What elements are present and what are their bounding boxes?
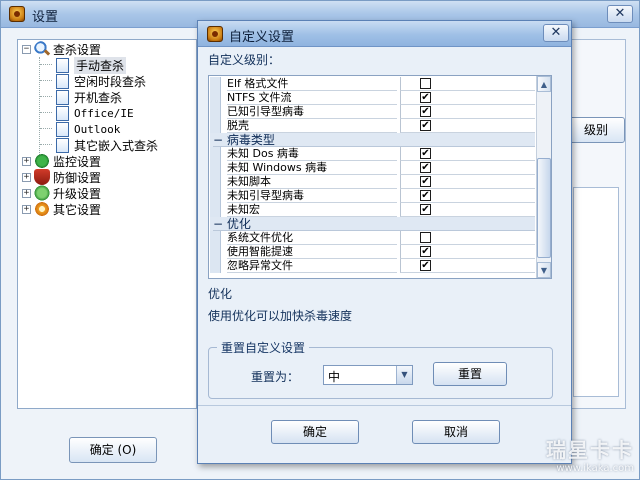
app-logo-icon — [207, 26, 223, 42]
description-title: 优化 — [208, 287, 233, 301]
option-row[interactable]: 未知 Dos 病毒 ✔ — [210, 147, 535, 161]
watermark: 瑞星卡卡 www.ikaka.com — [546, 438, 634, 474]
dialog-cancel-button[interactable]: 取消 — [412, 420, 500, 444]
document-icon — [56, 73, 69, 89]
checkbox-checked[interactable]: ✔ — [420, 106, 431, 117]
tree-item-other-settings[interactable]: + 其它设置 — [22, 201, 101, 217]
dialog-close-button[interactable]: ✕ — [543, 24, 569, 42]
option-row[interactable]: NTFS 文件流 ✔ — [210, 91, 535, 105]
scroll-down-icon[interactable]: ▼ — [537, 262, 551, 278]
divider — [198, 405, 571, 406]
document-icon — [56, 89, 69, 105]
expand-icon[interactable]: + — [22, 156, 31, 166]
option-row[interactable]: 脱壳 ✔ — [210, 119, 535, 133]
option-row[interactable]: 已知引导型病毒 ✔ — [210, 105, 535, 119]
checkbox-checked[interactable]: ✔ — [420, 162, 431, 173]
tree-item-embedded-scan[interactable]: 其它嵌入式查杀 — [56, 137, 158, 153]
checkbox-checked[interactable]: ✔ — [420, 92, 431, 103]
reset-level-select[interactable]: 中 ▼ — [323, 365, 413, 385]
tree-item-idle-scan[interactable]: 空闲时段查杀 — [56, 73, 146, 89]
settings-tree: − 查杀设置 手动查杀 空闲时段查杀 开机查杀 Office/IE Outloo… — [17, 39, 197, 409]
settings-title: 设置 — [32, 10, 59, 25]
tree-item-scan-settings[interactable]: − 查杀设置 — [22, 41, 101, 57]
main-ok-button[interactable]: 确定 (O) — [69, 437, 157, 463]
description-text: 使用优化可以加快杀毒速度 — [208, 309, 353, 323]
checkbox-checked[interactable]: ✔ — [420, 246, 431, 257]
collapse-icon[interactable]: − — [22, 44, 31, 54]
option-row[interactable]: 未知引导型病毒 ✔ — [210, 189, 535, 203]
expand-icon[interactable]: + — [22, 204, 31, 214]
tree-item-outlook[interactable]: Outlook — [56, 121, 120, 137]
checkbox-unchecked[interactable] — [420, 232, 431, 243]
scroll-thumb[interactable] — [537, 158, 551, 258]
app-logo-icon — [9, 6, 25, 22]
document-icon — [56, 105, 69, 121]
option-row[interactable]: 未知脚本 ✔ — [210, 175, 535, 189]
dialog-titlebar: 自定义设置 ✕ — [198, 21, 571, 47]
level-button[interactable]: 级别 — [567, 117, 625, 143]
tree-item-defense-settings[interactable]: + 防御设置 — [22, 169, 101, 185]
reset-group: 重置自定义设置 重置为： 中 ▼ 重置 — [208, 339, 553, 399]
option-row[interactable]: 使用智能提速 ✔ — [210, 245, 535, 259]
reset-button[interactable]: 重置 — [433, 362, 507, 386]
settings-close-button[interactable]: ✕ — [607, 5, 633, 23]
tree-item-office-ie[interactable]: Office/IE — [56, 105, 134, 121]
option-row[interactable]: 未知宏 ✔ — [210, 203, 535, 217]
checkbox-checked[interactable]: ✔ — [420, 176, 431, 187]
checkbox-checked[interactable]: ✔ — [420, 190, 431, 201]
umbrella-icon — [34, 153, 50, 169]
expand-icon[interactable]: + — [22, 188, 31, 198]
option-row[interactable]: Elf 格式文件 — [210, 77, 535, 91]
dialog-title: 自定义设置 — [229, 30, 295, 45]
tree-item-manual-scan[interactable]: 手动查杀 — [56, 56, 127, 74]
custom-settings-dialog: 自定义设置 ✕ 自定义级别： Elf 格式文件 NTFS 文件流 ✔ 已知引导型… — [197, 20, 572, 464]
reset-group-title: 重置自定义设置 — [217, 339, 310, 356]
tree-item-update-settings[interactable]: + 升级设置 — [22, 185, 101, 201]
gear-icon — [34, 201, 50, 217]
expand-icon[interactable]: + — [22, 172, 31, 182]
option-row[interactable]: 系统文件优化 — [210, 231, 535, 245]
custom-level-label: 自定义级别： — [208, 53, 281, 67]
update-icon — [34, 185, 50, 201]
category-row-optimize[interactable]: − 优化 — [210, 217, 535, 231]
reset-to-label: 重置为： — [251, 370, 300, 384]
search-icon — [34, 41, 50, 57]
checkbox-checked[interactable]: ✔ — [420, 120, 431, 131]
checkbox-checked[interactable]: ✔ — [420, 204, 431, 215]
document-icon — [56, 57, 69, 73]
tree-item-monitor-settings[interactable]: + 监控设置 — [22, 153, 101, 169]
tree-item-boot-scan[interactable]: 开机查杀 — [56, 89, 122, 105]
collapse-icon[interactable]: − — [213, 217, 223, 230]
dialog-ok-button[interactable]: 确定 — [271, 420, 359, 444]
document-icon — [56, 137, 69, 153]
option-row[interactable]: 忽略异常文件 ✔ — [210, 259, 535, 273]
chevron-down-icon[interactable]: ▼ — [396, 366, 412, 384]
option-row[interactable]: 未知 Windows 病毒 ✔ — [210, 161, 535, 175]
custom-options-grid: Elf 格式文件 NTFS 文件流 ✔ 已知引导型病毒 ✔ 脱壳 ✔ − 病毒类… — [208, 75, 552, 279]
category-row-virus-type[interactable]: − 病毒类型 — [210, 133, 535, 147]
shield-icon — [34, 169, 50, 185]
settings-detail-box — [573, 187, 619, 397]
collapse-icon[interactable]: − — [213, 133, 223, 146]
checkbox-checked[interactable]: ✔ — [420, 260, 431, 271]
scroll-up-icon[interactable]: ▲ — [537, 76, 551, 92]
options-scrollbar[interactable]: ▲ ▼ — [536, 76, 551, 278]
checkbox-unchecked[interactable] — [420, 78, 431, 89]
checkbox-checked[interactable]: ✔ — [420, 148, 431, 159]
document-icon — [56, 121, 69, 137]
